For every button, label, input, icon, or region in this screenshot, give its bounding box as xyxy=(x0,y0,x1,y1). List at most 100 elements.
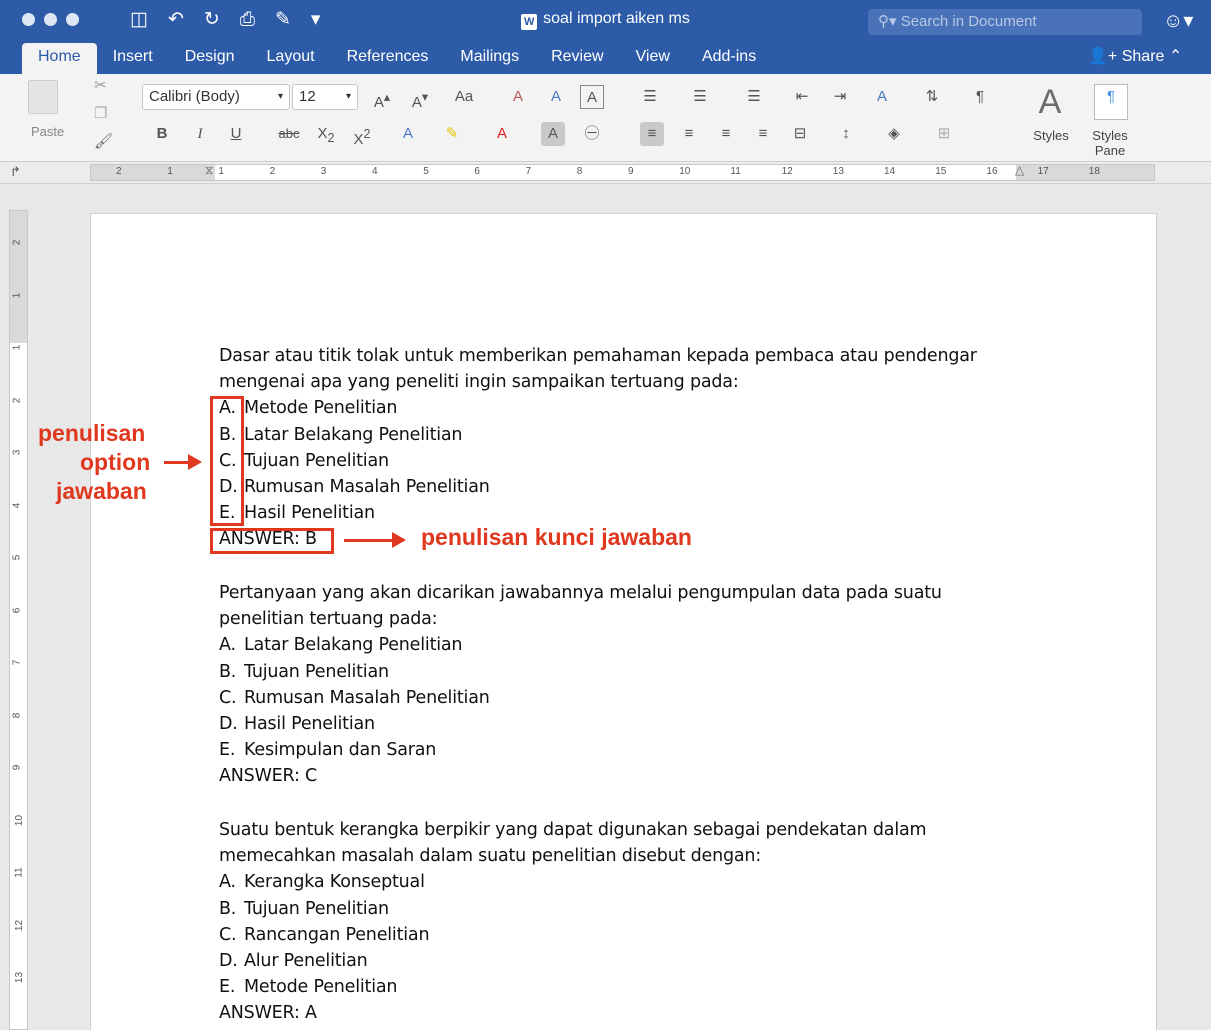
vruler-number: 8 xyxy=(11,712,23,718)
tab-design[interactable]: Design xyxy=(169,43,251,74)
subscript-icon[interactable]: X2 xyxy=(314,122,338,146)
shrink-font-icon[interactable]: A▾ xyxy=(408,85,432,111)
phonetic-guide-icon[interactable]: A xyxy=(544,85,568,109)
share-label: Share xyxy=(1121,48,1165,65)
ribbon: Paste ✂ ❐ 🖌 Calibri (Body) ▾ 12 ▾ A▴ A▾ Aa… xyxy=(0,74,1211,162)
font-size-value: 12 xyxy=(299,88,316,105)
right-indent-marker-icon[interactable]: △ xyxy=(1015,163,1024,177)
strikethrough-icon[interactable]: abc xyxy=(274,122,304,146)
text-effects-icon[interactable]: A xyxy=(396,122,420,146)
decrease-indent-icon[interactable]: ⇤ xyxy=(790,85,814,109)
search-icon: ⚲▾ xyxy=(878,13,901,30)
enclose-characters-icon[interactable]: ㊀ xyxy=(580,122,604,146)
format-painter-icon[interactable]: 🖌 xyxy=(94,132,113,150)
ruler-number: 8 xyxy=(576,166,583,177)
justify-icon[interactable]: ≡ xyxy=(751,122,775,146)
answer-option: D. Alur Penelitian xyxy=(219,948,926,974)
highlight-icon[interactable]: ✎ xyxy=(440,122,464,146)
bullets-icon[interactable]: ☰ xyxy=(638,85,662,109)
show-formatting-icon[interactable]: ¶ xyxy=(968,85,992,109)
superscript-icon[interactable]: X2 xyxy=(350,122,374,148)
question-stem-line: penelitian tertuang pada: xyxy=(219,609,438,630)
question-block: Dasar atau titik tolak untuk memberikan … xyxy=(219,343,977,553)
question-stem-line: Suatu bentuk kerangka berpikir yang dapa… xyxy=(219,820,927,840)
option-letter: B. xyxy=(219,898,237,919)
search-input[interactable]: ⚲▾ Search in Document xyxy=(868,9,1142,35)
italic-icon[interactable]: I xyxy=(188,122,212,146)
align-left-icon[interactable]: ≡ xyxy=(640,122,664,146)
horizontal-ruler-row: ↱ ⧖ △ 2 1 1 2 3 4 5 6 7 8 9 10 11 12 13 14 15 16 17 18 xyxy=(0,162,1211,184)
tab-references[interactable]: References xyxy=(331,43,445,74)
tab-layout[interactable]: Layout xyxy=(251,43,331,74)
align-center-icon[interactable]: ≡ xyxy=(677,122,701,146)
tab-review[interactable]: Review xyxy=(535,43,619,74)
answer-option: C. Rumusan Masalah Penelitian xyxy=(219,685,942,711)
share-icon: 👤+ xyxy=(1088,48,1118,65)
ruler-number: 14 xyxy=(884,166,896,177)
font-color-icon[interactable]: A xyxy=(490,122,514,146)
tab-add-ins[interactable]: Add-ins xyxy=(686,43,772,74)
option-text: Tujuan Penelitian xyxy=(244,661,389,682)
distributed-icon[interactable]: ⊟ xyxy=(788,122,812,146)
line-spacing-icon[interactable]: ↕ xyxy=(834,122,858,146)
shading-icon[interactable]: A xyxy=(541,122,565,146)
ruler-number: 5 xyxy=(423,166,429,177)
option-arrow-head-icon xyxy=(188,454,202,470)
cut-icon[interactable]: ✂ xyxy=(94,76,107,94)
option-letter: C. xyxy=(219,924,237,945)
tab-view[interactable]: View xyxy=(620,43,686,74)
font-size-select[interactable]: 12 ▾ xyxy=(292,84,358,110)
answer-option: A. Latar Belakang Penelitian xyxy=(219,632,942,658)
option-letter: A. xyxy=(219,872,236,893)
option-text: Rumusan Masalah Penelitian xyxy=(244,476,490,497)
tab-stop-selector-icon[interactable]: ↱ xyxy=(10,164,21,180)
option-text: Kesimpulan dan Saran xyxy=(244,740,437,761)
bold-icon[interactable]: B xyxy=(150,122,174,146)
paste-icon[interactable] xyxy=(28,80,58,114)
vruler-number: 3 xyxy=(11,449,23,456)
align-right-icon[interactable]: ≡ xyxy=(714,122,738,146)
answer-option: B. Tujuan Penelitian xyxy=(219,896,926,922)
clear-formatting-icon[interactable]: A xyxy=(506,85,530,109)
answer-option: E. Hasil Penelitian xyxy=(219,500,977,526)
horizontal-ruler[interactable]: ⧖ △ 2 1 1 2 3 4 5 6 7 8 9 10 11 12 13 14 15 16 17 18 xyxy=(90,163,1155,181)
tab-insert[interactable]: Insert xyxy=(97,43,169,74)
feedback-smiley-icon[interactable]: ☺▾ xyxy=(1163,8,1193,33)
tab-home[interactable]: Home xyxy=(22,43,97,74)
indent-marker-icon[interactable]: ⧖ xyxy=(205,163,213,178)
asian-layout-icon[interactable]: A xyxy=(870,85,894,109)
answer-option: E. Kesimpulan dan Saran xyxy=(219,737,942,763)
font-name-select[interactable]: Calibri (Body) ▾ xyxy=(142,84,290,110)
sort-icon[interactable]: ⇅ xyxy=(920,85,944,109)
collapse-ribbon-icon[interactable]: ⌃ xyxy=(1169,48,1182,65)
vruler-number: 4 xyxy=(11,502,23,508)
tab-mailings[interactable]: Mailings xyxy=(444,43,535,74)
character-border-icon[interactable]: A xyxy=(580,85,604,109)
borders-icon[interactable]: ⊞ xyxy=(932,122,956,146)
styles-pane-icon[interactable]: ¶ xyxy=(1094,84,1128,120)
answer-arrow-line xyxy=(344,539,394,542)
option-text: Hasil Penelitian xyxy=(244,713,375,734)
question-stem-line: memecahkan masalah dalam suatu penelitia… xyxy=(219,846,762,867)
increase-indent-icon[interactable]: ⇥ xyxy=(828,85,852,109)
ruler-number: 1 xyxy=(167,166,173,177)
change-case-icon[interactable]: Aa xyxy=(452,85,476,109)
answer-arrow-head-icon xyxy=(392,532,406,548)
paragraph-shading-icon[interactable]: ◈ xyxy=(882,122,906,146)
ribbon-tabs: Home Insert Design Layout References Mailings… xyxy=(22,43,772,74)
answer-annotation-label: penulisan kunci jawaban xyxy=(421,524,692,550)
option-text: Rumusan Masalah Penelitian xyxy=(244,687,490,708)
share-button[interactable]: 👤+ Share ⌃ xyxy=(1088,46,1182,66)
grow-font-icon[interactable]: A▴ xyxy=(370,85,394,111)
ruler-number: 1 xyxy=(218,166,224,177)
multilevel-list-icon[interactable]: ☰ xyxy=(742,85,766,109)
option-annotation-label-1: penulisan xyxy=(38,420,146,446)
vruler-number: 13 xyxy=(14,971,26,984)
option-text: Latar Belakang Penelitian xyxy=(244,635,463,656)
styles-icon[interactable]: A xyxy=(1030,82,1070,122)
vertical-ruler[interactable]: 2 1 1 2 3 4 5 6 7 8 9 10 11 12 13 xyxy=(9,210,28,1030)
copy-icon[interactable]: ❐ xyxy=(94,104,107,122)
underline-icon[interactable]: U xyxy=(224,122,248,146)
numbering-icon[interactable]: ☰ xyxy=(688,85,712,109)
option-text: Tujuan Penelitian xyxy=(244,898,389,919)
